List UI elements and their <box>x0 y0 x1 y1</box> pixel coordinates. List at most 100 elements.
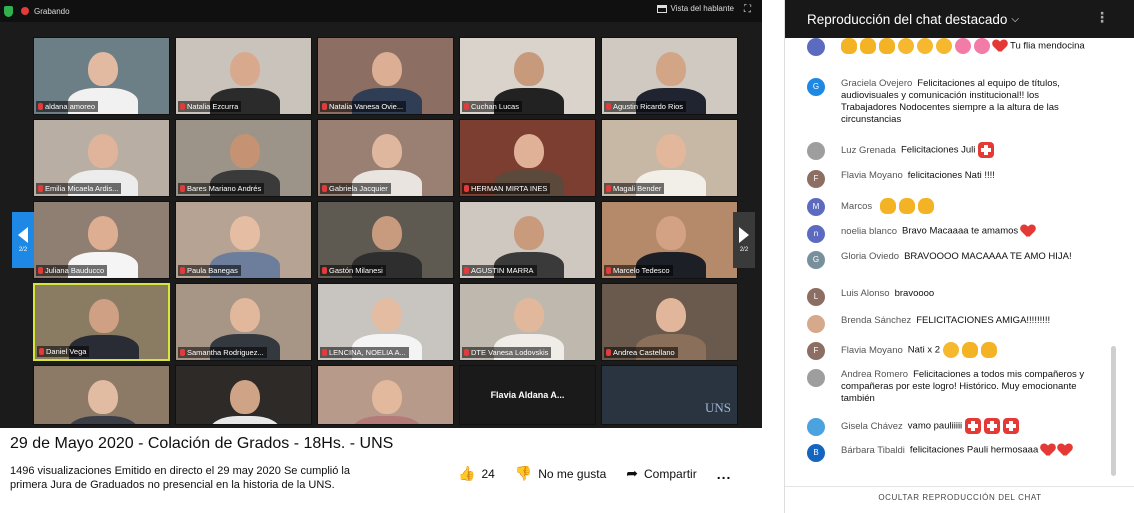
participant-tile[interactable]: Emilia Micaela Ardis... <box>33 119 170 197</box>
participant-tile[interactable] <box>175 365 312 425</box>
share-button[interactable]: ➦ Compartir <box>626 466 696 482</box>
participant-tile[interactable]: Natalia Vanesa Ovie... <box>317 37 454 115</box>
speaker-view-icon <box>656 4 667 13</box>
participant-tile[interactable]: Gabriela Jacquier <box>317 119 454 197</box>
chat-scrollbar[interactable] <box>1111 346 1116 476</box>
participant-tile[interactable]: Juliana Bauducco <box>33 201 170 279</box>
participant-tile[interactable]: Flavia Aldana A... <box>459 365 596 425</box>
avatar[interactable]: L <box>807 288 825 306</box>
like-button[interactable]: 👍 24 <box>458 466 495 482</box>
participant-tile[interactable]: HERMAN MIRTA INES <box>459 119 596 197</box>
participant-tile[interactable]: UNS <box>601 365 738 425</box>
chat-message: G Graciela Ovejero Felicitaciones al equip… <box>807 78 1097 126</box>
participant-tile[interactable]: AGUSTIN MARRA <box>459 201 596 279</box>
chat-author[interactable]: Graciela Ovejero <box>841 78 912 89</box>
chat-text: Tu flia mendocina <box>1010 40 1085 52</box>
chat-author[interactable]: Flavia Moyano <box>841 345 903 356</box>
participant-tile[interactable]: Bares Mariano Andrés <box>175 119 312 197</box>
chat-message-content: Gloria Oviedo BRAVOOOO MACAAAA TE AMO HIJ… <box>841 251 1097 263</box>
chat-author[interactable]: Marcos <box>841 201 872 212</box>
chat-author[interactable]: Flavia Moyano <box>841 170 903 181</box>
participant-tile[interactable]: DTE Vanesa Lodovskis <box>459 283 596 361</box>
avatar[interactable] <box>807 315 825 333</box>
avatar[interactable]: F <box>807 170 825 188</box>
chat-message-content: Marcos <box>841 198 1097 214</box>
participant-tile[interactable]: LENCINA, NOELIA A... <box>317 283 454 361</box>
avatar[interactable] <box>807 369 825 387</box>
clap-emoji-icon <box>918 198 935 214</box>
participant-name-label: Daniel Vega <box>37 346 90 357</box>
participant-tile[interactable]: Magali Bender <box>601 119 738 197</box>
muted-mic-icon <box>180 267 185 274</box>
avatar[interactable] <box>807 418 825 436</box>
participant-tile[interactable]: Samantha Rodriguez... <box>175 283 312 361</box>
chat-messages[interactable]: Tu flia mendocina G Graciela Ovejero Felici… <box>785 38 1134 486</box>
uns-logo: UNS <box>704 400 731 415</box>
participant-tile[interactable]: Paula Banegas <box>175 201 312 279</box>
avatar[interactable]: G <box>807 78 825 96</box>
participant-name: Agustin Ricardo Rios <box>613 102 684 111</box>
chat-message-content: Bárbara Tibaldi felicitaciones Pauli herm… <box>841 444 1097 457</box>
chat-author[interactable]: Luis Alonso <box>841 288 890 299</box>
participant-name: Daniel Vega <box>46 347 87 356</box>
flower-emoji-icon <box>955 38 971 54</box>
chat-message: F Flavia Moyano felicitaciones Nati !!!! <box>807 170 1097 188</box>
chat-author[interactable]: Gisela Chávez <box>841 421 903 432</box>
chat-author[interactable]: Luz Grenada <box>841 145 896 156</box>
avatar[interactable]: n <box>807 225 825 243</box>
hide-chat-replay-button[interactable]: OCULTAR REPRODUCCIÓN DEL CHAT <box>785 486 1134 508</box>
avatar[interactable] <box>807 142 825 160</box>
participant-tile[interactable]: Natalia Ezcurra <box>175 37 312 115</box>
participant-name-label: Magali Bender <box>604 183 665 194</box>
clap-emoji-icon <box>880 198 897 214</box>
fullscreen-icon[interactable]: ⛶ <box>744 5 754 15</box>
avatar[interactable]: B <box>807 444 825 462</box>
participant-tile[interactable]: Marcelo Tedesco <box>601 201 738 279</box>
chat-author[interactable]: Bárbara Tibaldi <box>841 445 905 456</box>
participant-tile[interactable]: Cuchan Lucas <box>459 37 596 115</box>
chat-author[interactable]: Gloria Oviedo <box>841 251 899 262</box>
chat-message: Gisela Chávez vamo pauliiiii <box>807 418 1097 436</box>
participant-name: Natalia Vanesa Ovie... <box>329 102 404 111</box>
more-vert-icon[interactable]: ⋮ <box>1095 11 1109 25</box>
chat-author[interactable]: Andrea Romero <box>841 369 908 380</box>
chat-header[interactable]: Reproducción del chat destacado ⌵ ⋮ <box>785 0 1134 38</box>
participant-silhouette-head <box>656 216 686 250</box>
dislike-button[interactable]: 👎 No me gusta <box>515 466 606 482</box>
recording-label: Grabando <box>34 6 70 16</box>
participant-tile[interactable]: Daniel Vega <box>33 283 170 361</box>
participant-name-label: Natalia Vanesa Ovie... <box>320 101 407 112</box>
participant-tile[interactable] <box>33 365 170 425</box>
avatar[interactable] <box>807 38 825 56</box>
speaker-view-button[interactable]: Vista del hablante <box>656 4 734 13</box>
chat-author[interactable]: noelia blanco <box>841 226 897 237</box>
next-page-button[interactable]: 2/2 <box>733 212 755 268</box>
participant-tile[interactable]: Agustin Ricardo Rios <box>601 37 738 115</box>
heart-emoji-icon <box>1058 444 1072 456</box>
previous-page-button[interactable]: 2/2 <box>12 212 34 268</box>
chat-author[interactable]: Brenda Sánchez <box>841 315 911 326</box>
participant-silhouette-head <box>514 298 544 332</box>
participant-tile[interactable] <box>317 365 454 425</box>
participant-name: Samantha Rodriguez... <box>187 348 264 357</box>
participant-tile[interactable]: Gastón Milanesi <box>317 201 454 279</box>
more-actions-button[interactable]: ... <box>717 466 732 482</box>
participant-name-label: Gabriela Jacquier <box>320 183 391 194</box>
video-description: 1496 visualizaciones Emitido en directo … <box>10 464 380 492</box>
muted-mic-icon <box>39 348 44 355</box>
chat-message: Andrea Romero Felicitaciones a todos mis … <box>807 369 1097 405</box>
participant-name-label: Cuchan Lucas <box>462 101 522 112</box>
participant-tile[interactable]: aldana amoreo <box>33 37 170 115</box>
chat-text: Felicitaciones Juli <box>900 144 976 156</box>
participant-tile[interactable]: Andrea Castellano <box>601 283 738 361</box>
participant-silhouette-head <box>230 298 260 332</box>
muted-mic-icon <box>180 185 185 192</box>
avatar[interactable]: M <box>807 198 825 216</box>
muted-mic-icon <box>38 267 43 274</box>
muted-mic-icon <box>606 185 611 192</box>
chat-message: B Bárbara Tibaldi felicitaciones Pauli her… <box>807 444 1097 462</box>
video-player[interactable]: Grabando Vista del hablante ⛶ aldana amo… <box>0 0 762 428</box>
avatar[interactable]: G <box>807 251 825 269</box>
avatar[interactable]: F <box>807 342 825 360</box>
participant-silhouette-head <box>514 134 544 168</box>
